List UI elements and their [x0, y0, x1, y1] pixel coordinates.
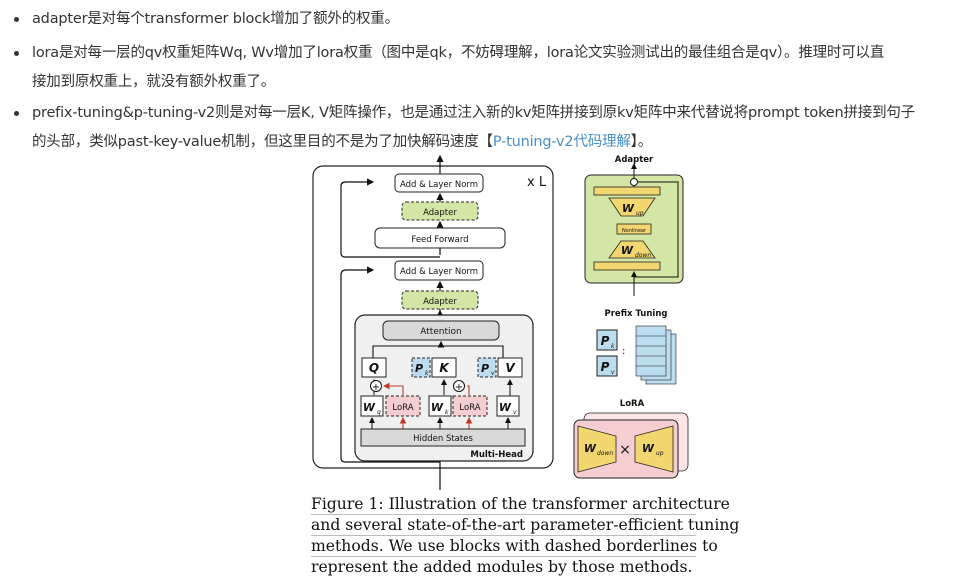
- bullet-line: 的头部，类似past-key-value机制，但这里目的不是为了加快解码速度【: [32, 134, 493, 150]
- prefix-value-subscript: v: [611, 369, 615, 376]
- lora-down-label: W: [584, 442, 597, 455]
- times-symbol: ×: [619, 442, 631, 458]
- bullet-line: 接加到原权重上，就没有额外权重了。: [32, 74, 276, 90]
- query-label: Q: [369, 361, 379, 375]
- adapter-down-subscript: down: [635, 252, 651, 259]
- lora-up-label: W: [642, 442, 655, 455]
- prefix-tuning-title: Prefix Tuning: [605, 309, 668, 319]
- prefix-key-subscript: k: [425, 370, 429, 377]
- bullet-line: prefix-tuning&p-tuning-v2则是对每一层K, V矩阵操作，…: [32, 105, 915, 121]
- figure-caption: Figure 1: Illustration of the transforme…: [311, 494, 740, 577]
- nonlinear-label: Nonlinear: [622, 228, 647, 234]
- lora-up-subscript: up: [656, 450, 664, 457]
- lora-label: LoRA: [392, 403, 413, 413]
- bullet-text: adapter是对每个transformer block增加了额外的权重。: [32, 11, 399, 27]
- bullet-text: lora是对每一层的qv权重矩阵Wq, Wv增加了lora权重（图中是qk，不妨…: [32, 39, 967, 97]
- lora-panel-title: LoRA: [620, 399, 645, 409]
- repeat-label: x L: [527, 175, 547, 190]
- adapter-output-bar: [593, 186, 661, 196]
- multi-head-label: Multi-Head: [470, 450, 523, 460]
- p-tuning-v2-link[interactable]: P-tuning-v2代码理解: [493, 134, 631, 150]
- weight-query-subscript: q: [377, 409, 381, 416]
- prefix-matrix-stack: [635, 325, 677, 385]
- prefix-key-label: P: [601, 334, 610, 348]
- bullet-text: prefix-tuning&p-tuning-v2则是对每一层K, V矩阵操作，…: [32, 99, 967, 157]
- weight-value-subscript: v: [513, 409, 517, 416]
- add-norm-label: Add & Layer Norm: [400, 267, 478, 277]
- adapter-up-label: W: [622, 202, 635, 215]
- bullet-line: lora是对每一层的qv权重矩阵Wq, Wv增加了lora权重（图中是qk，不妨…: [32, 45, 885, 61]
- bullet-dot: [14, 17, 19, 22]
- prefix-value-label: P: [481, 362, 489, 375]
- lora-label: LoRA: [459, 403, 480, 413]
- weight-key-label: W: [431, 401, 444, 414]
- prefix-key-subscript: k: [611, 343, 615, 350]
- plus-symbol: +: [455, 382, 463, 393]
- adapter-down-label: W: [621, 244, 634, 257]
- caption-line: represent the added modules by those met…: [311, 557, 696, 577]
- figure-diagram: x L Add & Layer Norm Adapter Feed Forwar…: [312, 154, 689, 490]
- adapter-label: Adapter: [423, 297, 457, 307]
- hidden-states-label: Hidden States: [413, 434, 473, 444]
- caption-line: methods. We use blocks with dashed borde…: [311, 537, 718, 557]
- attention-label: Attention: [420, 327, 462, 337]
- weight-value-label: W: [499, 401, 512, 414]
- adapter-up-subscript: up: [636, 210, 644, 217]
- add-norm-label: Add & Layer Norm: [400, 180, 478, 190]
- adapter-panel-title: Adapter: [615, 155, 654, 165]
- bullet-dot: [14, 51, 19, 56]
- weight-query-label: W: [363, 401, 376, 414]
- adapter-input-bar: [593, 261, 661, 271]
- lora-down-subscript: down: [597, 450, 613, 457]
- caption-line: and several state-of-the-art parameter-e…: [311, 516, 740, 536]
- prefix-key-label: P: [415, 362, 423, 375]
- transformer-figure: x L Add & Layer Norm Adapter Feed Forwar…: [305, 150, 700, 492]
- bullet-line: 】。: [630, 134, 653, 150]
- feed-forward-label: Feed Forward: [411, 235, 468, 245]
- plus-icon: [630, 178, 638, 186]
- adapter-label: Adapter: [423, 208, 457, 218]
- weight-key-subscript: k: [445, 409, 449, 416]
- prefix-value-subscript: v: [491, 370, 495, 377]
- plus-symbol: +: [372, 382, 380, 393]
- prefix-value-label: P: [601, 360, 610, 374]
- caption-line: Figure 1: Illustration of the transforme…: [311, 495, 730, 515]
- bullet-dot: [14, 111, 19, 116]
- prefix-colon: :: [622, 346, 625, 357]
